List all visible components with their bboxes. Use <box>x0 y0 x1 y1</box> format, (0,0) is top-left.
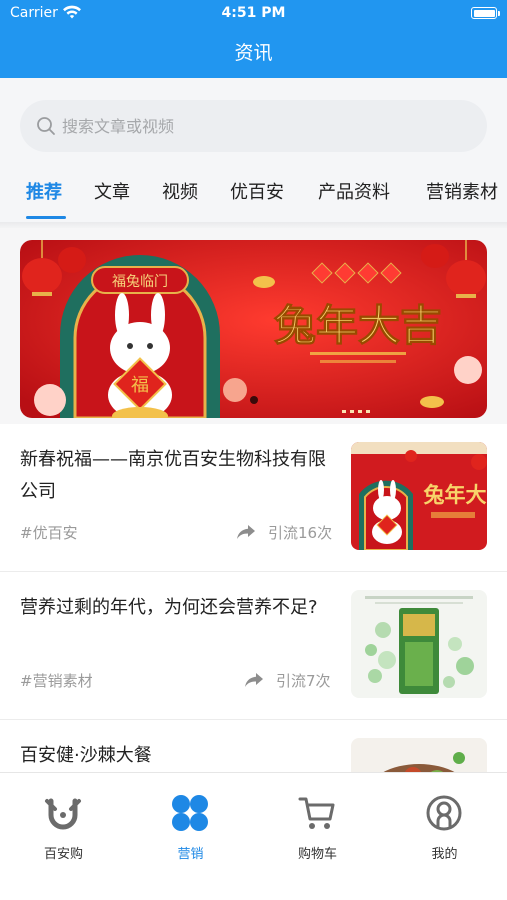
banner-image: 福兔临门 福 兔年大吉 <box>20 240 487 418</box>
tab-marketing-material[interactable]: 营销素材 <box>426 178 498 204</box>
share-count: 引流16次 <box>268 524 333 542</box>
svg-text:兔年大: 兔年大 <box>424 482 487 507</box>
search-icon <box>37 117 55 135</box>
search-area <box>0 78 507 168</box>
article-thumbnail <box>351 590 487 698</box>
tab-videos[interactable]: 视频 <box>162 178 198 204</box>
flower-decor <box>223 378 247 402</box>
tabbar-label: 营销 <box>177 847 204 862</box>
search-bar[interactable] <box>20 100 487 152</box>
banner-headline: 兔年大吉 <box>274 301 442 350</box>
battery-icon <box>471 7 500 19</box>
flower-decor <box>34 384 66 416</box>
article-title: 营养过剩的年代，为何还会营养不足? <box>20 597 318 618</box>
article-title: 百安健·沙棘大餐 <box>20 745 152 766</box>
grid-icon <box>172 795 208 831</box>
top-bar: Carrier 4:51 PM 资讯 <box>0 0 507 78</box>
svg-text:福: 福 <box>131 375 149 396</box>
tabbar-item-marketing[interactable]: 营销 <box>127 773 254 873</box>
page-title: 资讯 <box>234 42 273 64</box>
ingot-decor <box>420 396 444 408</box>
tab-recommend[interactable]: 推荐 <box>26 178 62 204</box>
tab-articles[interactable]: 文章 <box>94 178 130 204</box>
tabbar-item-me[interactable]: 我的 <box>381 773 507 873</box>
rabbit-scene: 福兔临门 福 <box>60 255 220 418</box>
banner-carousel[interactable]: 福兔临门 福 兔年大吉 <box>20 240 487 418</box>
ingot-decor <box>253 276 275 288</box>
article-thumbnail: 兔年大 <box>351 442 487 550</box>
tabbar-label: 我的 <box>431 847 458 862</box>
tabbar-item-baiangou[interactable]: 百安购 <box>0 773 127 873</box>
share-count: 引流7次 <box>276 672 331 690</box>
tab-youbaian[interactable]: 优百安 <box>230 178 284 204</box>
share-icon <box>245 673 263 687</box>
tab-product-info[interactable]: 产品资料 <box>318 178 390 204</box>
article-tag[interactable]: #优百安 <box>20 522 78 543</box>
status-bar: Carrier 4:51 PM <box>0 0 507 28</box>
category-tabs: 推荐 文章 视频 优百安 产品资料 营销素材 <box>0 168 507 222</box>
tabbar-item-cart[interactable]: 购物车 <box>254 773 381 873</box>
tabbar-label: 购物车 <box>297 847 337 862</box>
profile-icon <box>426 795 462 831</box>
active-tab-indicator <box>26 216 66 219</box>
article-item[interactable]: 新春祝福——南京优百安生物科技有限公司 #优百安 引流16次 兔年大 <box>0 424 507 572</box>
bottom-tab-bar: 百安购 营销 购物车 我的 <box>0 772 507 900</box>
share-icon <box>237 525 255 539</box>
status-time: 4:51 PM <box>221 5 286 21</box>
svg-text:福兔临门: 福兔临门 <box>112 274 168 290</box>
article-tag[interactable]: #营销素材 <box>20 670 93 691</box>
baiangou-icon <box>45 798 81 830</box>
article-title: 新春祝福——南京优百安生物科技有限公司 <box>20 449 326 502</box>
flower-decor <box>454 356 482 384</box>
search-input[interactable] <box>62 112 462 140</box>
article-item[interactable]: 营养过剩的年代，为何还会营养不足? #营销素材 引流7次 <box>0 572 507 720</box>
tabbar-label: 百安购 <box>43 847 83 862</box>
cart-icon <box>298 797 335 829</box>
